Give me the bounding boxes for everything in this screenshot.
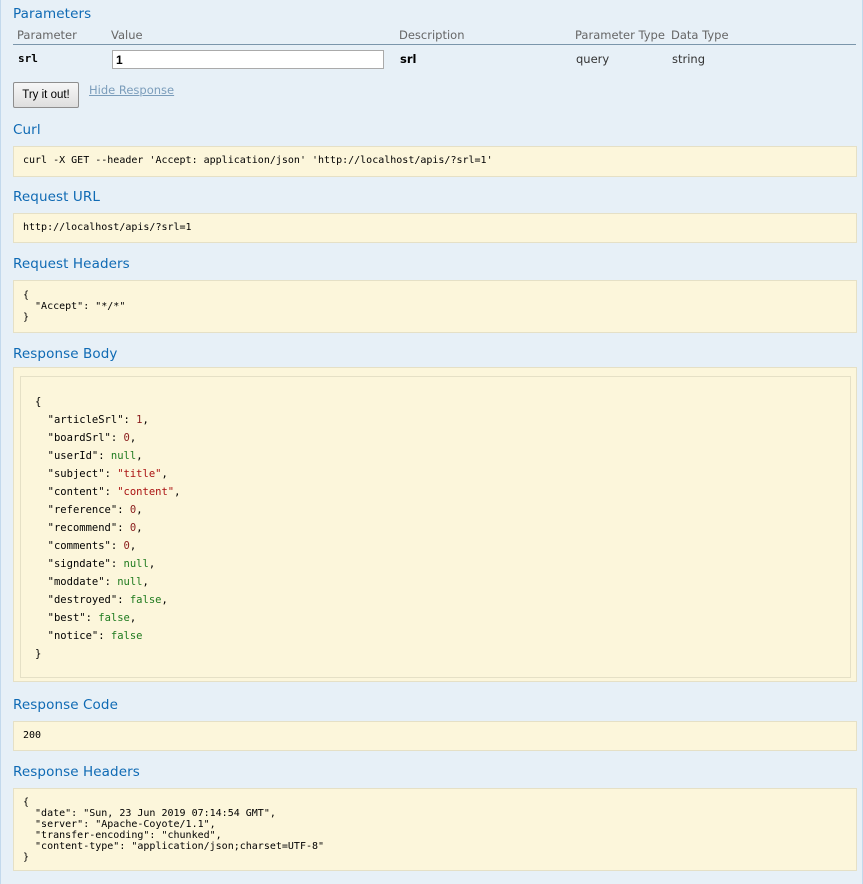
- json-value: 1: [136, 414, 143, 426]
- response-headers-line: "date": "Sun, 23 Jun 2019 07:14:54 GMT",: [23, 808, 276, 819]
- response-body-inner: { "articleSrl": 1, "boardSrl": 0, "userI…: [20, 376, 851, 678]
- json-field: "notice": false: [47, 630, 143, 642]
- operation-panel: Parameters Parameter Value Description P…: [0, 0, 863, 884]
- curl-command: curl -X GET --header 'Accept: applicatio…: [23, 155, 493, 166]
- json-field: "moddate": null,: [47, 576, 149, 588]
- json-key: "notice": [47, 630, 99, 642]
- json-value: false: [129, 594, 162, 606]
- response-headers-line: "content-type": "application/json;charse…: [23, 841, 325, 852]
- json-open-brace: {: [35, 396, 42, 408]
- response-code-heading: Response Code: [13, 697, 118, 713]
- json-value: "content": [117, 486, 175, 498]
- col-parameter-type: Parameter Type: [575, 28, 665, 42]
- json-key: "recommend": [47, 522, 118, 534]
- json-key: "moddate": [47, 576, 105, 588]
- json-field: "subject": "title",: [47, 468, 168, 480]
- json-value: null: [110, 450, 137, 462]
- json-value: 0: [123, 540, 130, 552]
- json-value: false: [110, 630, 143, 642]
- json-value: "title": [117, 468, 162, 480]
- parameters-table-header: Parameter Value Description Parameter Ty…: [13, 26, 856, 45]
- json-field: "best": false,: [47, 612, 137, 624]
- request-url-value: http://localhost/apis/?srl=1: [23, 222, 192, 233]
- json-value: 0: [129, 504, 137, 516]
- json-value: null: [123, 558, 149, 570]
- json-key: "articleSrl": [47, 414, 124, 426]
- parameter-row: srl srl query string: [13, 46, 856, 74]
- json-key: "subject": [47, 468, 105, 480]
- json-key: "reference": [47, 504, 118, 516]
- param-value-input[interactable]: [112, 50, 384, 69]
- request-headers-line: "Accept": "*/*": [23, 301, 126, 312]
- json-field: "articleSrl": 1,: [47, 414, 149, 426]
- json-field: "boardSrl": 0,: [47, 432, 137, 444]
- request-headers-block: { "Accept": "*/*" }: [13, 280, 857, 333]
- col-description: Description: [399, 28, 465, 42]
- json-value: 0: [129, 522, 137, 534]
- col-value: Value: [111, 28, 143, 42]
- response-body-heading: Response Body: [13, 346, 118, 362]
- json-key: "userId": [47, 450, 99, 462]
- request-url-heading: Request URL: [13, 189, 101, 205]
- json-close-brace: }: [35, 648, 42, 660]
- response-headers-line: {: [23, 797, 30, 808]
- json-value: null: [117, 576, 143, 588]
- request-headers-line: {: [23, 290, 30, 301]
- col-data-type: Data Type: [671, 28, 729, 42]
- response-body-json: { "articleSrl": 1, "boardSrl": 0, "userI…: [35, 393, 180, 663]
- response-body-block: { "articleSrl": 1, "boardSrl": 0, "userI…: [13, 367, 857, 682]
- response-headers-block: { "date": "Sun, 23 Jun 2019 07:14:54 GMT…: [13, 788, 857, 871]
- request-url-block: http://localhost/apis/?srl=1: [13, 213, 857, 243]
- json-value: 0: [123, 432, 130, 444]
- param-name: srl: [18, 52, 38, 65]
- param-type: query: [576, 52, 610, 66]
- param-description: srl: [400, 52, 417, 66]
- json-key: "boardSrl": [47, 432, 111, 444]
- response-headers-line: "server": "Apache-Coyote/1.1",: [23, 819, 216, 830]
- json-value: false: [98, 612, 130, 624]
- response-code-value: 200: [23, 730, 42, 741]
- json-key: "comments": [47, 540, 111, 552]
- response-headers-line: }: [23, 852, 30, 863]
- request-headers-line: }: [23, 312, 30, 323]
- curl-block: curl -X GET --header 'Accept: applicatio…: [13, 146, 857, 177]
- param-data-type: string: [672, 52, 706, 66]
- json-field: "reference": 0,: [47, 504, 143, 516]
- json-key: "signdate": [47, 558, 111, 570]
- col-parameter: Parameter: [17, 28, 77, 42]
- json-field: "comments": 0,: [47, 540, 137, 552]
- json-key: "content": [47, 486, 105, 498]
- json-field: "destroyed": false,: [47, 594, 168, 606]
- response-headers-heading: Response Headers: [13, 764, 140, 780]
- json-key: "best": [47, 612, 86, 624]
- json-field: "userId": null,: [47, 450, 143, 462]
- response-code-block: 200: [13, 721, 857, 751]
- json-field: "signdate": null,: [47, 558, 156, 570]
- curl-heading: Curl: [13, 122, 41, 138]
- hide-response-link[interactable]: Hide Response: [89, 83, 174, 97]
- json-field: "recommend": 0,: [47, 522, 143, 534]
- response-headers-line: "transfer-encoding": "chunked",: [23, 830, 222, 841]
- json-field: "content": "content",: [47, 486, 181, 498]
- json-key: "destroyed": [47, 594, 118, 606]
- request-headers-heading: Request Headers: [13, 256, 130, 272]
- try-it-out-button[interactable]: Try it out!: [13, 82, 79, 108]
- parameters-heading: Parameters: [13, 6, 92, 22]
